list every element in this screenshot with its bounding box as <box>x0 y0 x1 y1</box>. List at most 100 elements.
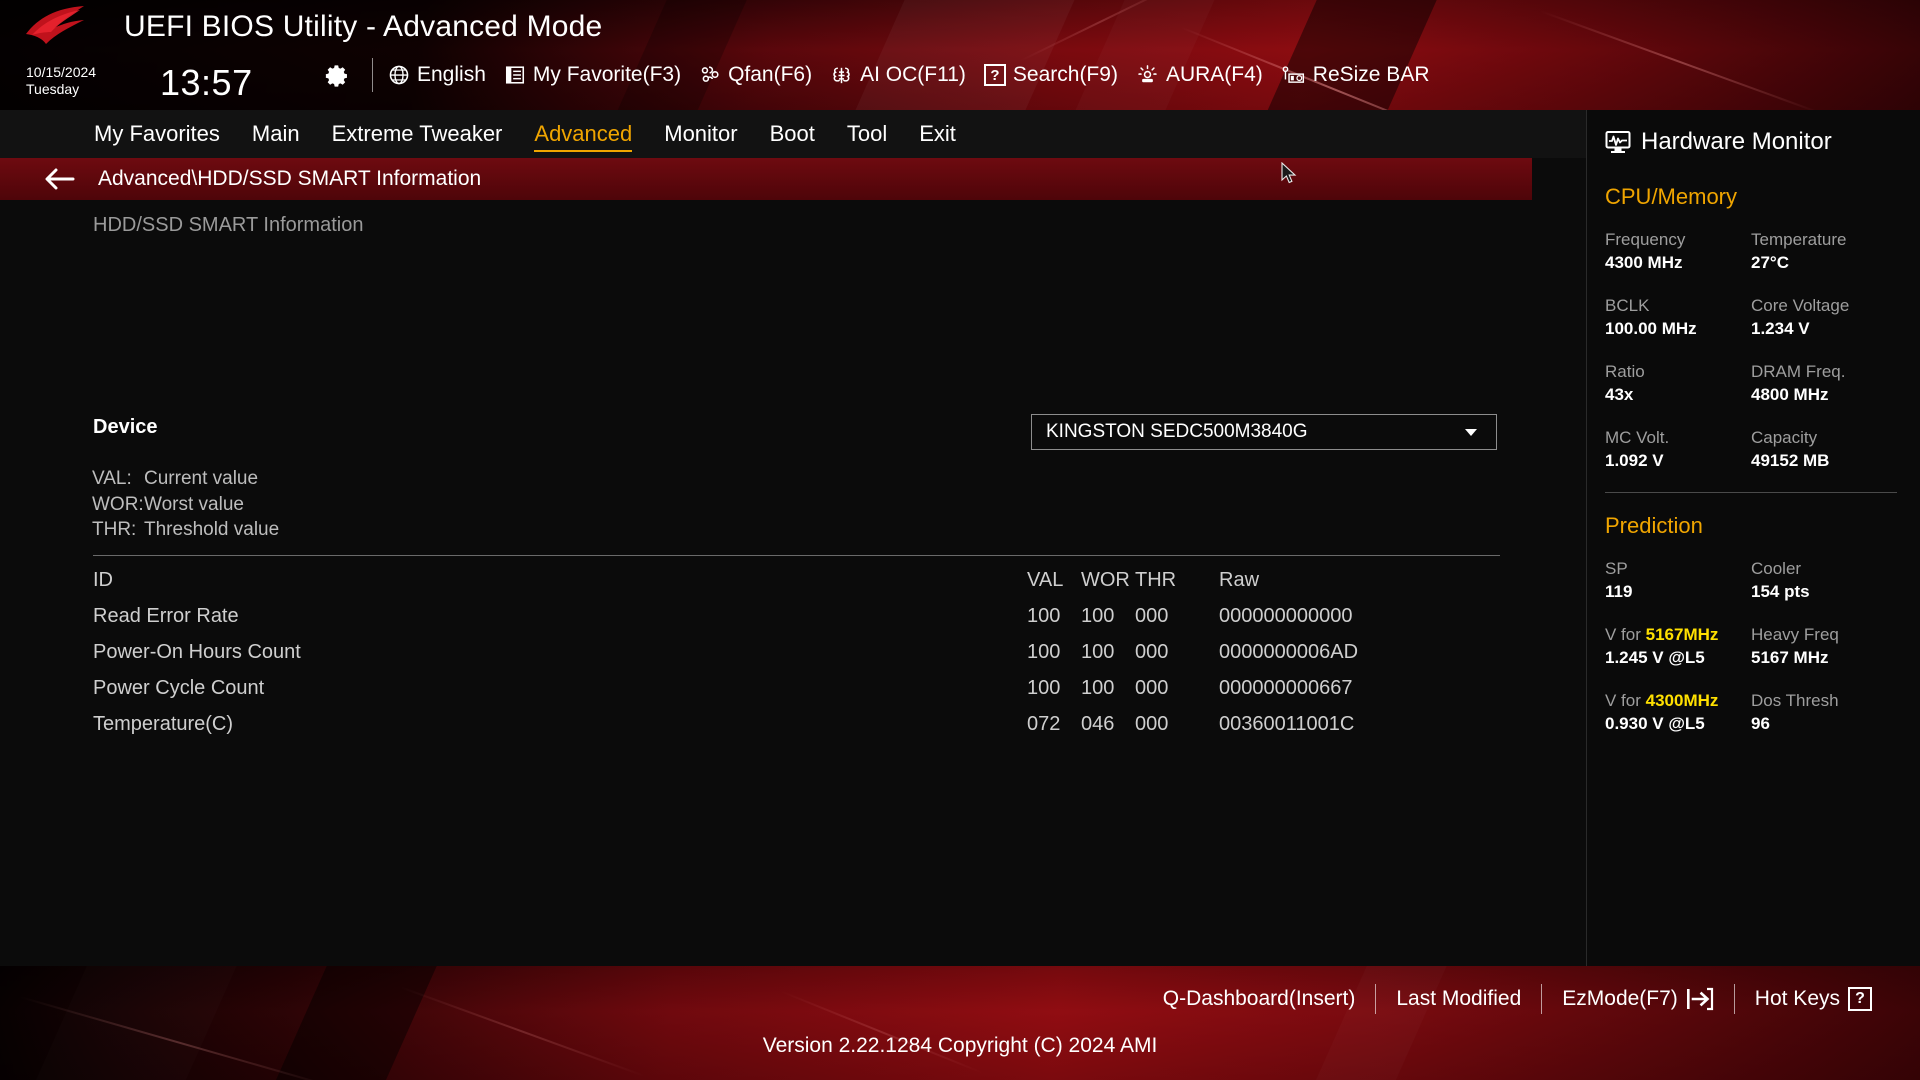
legend-text: Threshold value <box>144 519 280 541</box>
nav-item-exit[interactable]: Exit <box>903 111 972 157</box>
footer-link-hot-keys[interactable]: Hot Keys ? <box>1735 987 1892 1011</box>
stat-key: MC Volt. <box>1605 428 1670 447</box>
sidebar-stat: Frequency 4300 MHz <box>1605 228 1751 275</box>
resize-bar-icon <box>1282 66 1304 83</box>
weekday-value: Tuesday <box>26 81 80 97</box>
date-value: 10/15/2024 <box>26 64 97 80</box>
stat-key: Cooler <box>1751 559 1802 578</box>
nav-item-boot[interactable]: Boot <box>754 111 831 157</box>
stat-value: 119 <box>1605 582 1633 601</box>
nav-item-main[interactable]: Main <box>236 111 316 157</box>
header-decor <box>1071 0 1219 110</box>
breadcrumb-text: Advanced\HDD/SSD SMART Information <box>98 167 482 190</box>
sidebar-stat: Core Voltage 1.234 V <box>1751 294 1897 341</box>
chevron-down-icon <box>1465 428 1477 436</box>
footer-link-ezmode[interactable]: EzMode(F7) <box>1542 987 1734 1011</box>
back-arrow-icon <box>45 168 75 190</box>
footer-decor <box>779 990 985 1075</box>
toolbar-item-english[interactable]: English <box>388 63 486 87</box>
header-decor <box>1258 0 1442 110</box>
hardware-monitor-title-text: Hardware Monitor <box>1641 128 1832 155</box>
clock-display: 13:57 <box>160 62 253 103</box>
stat-value: 1.092 V <box>1605 451 1664 470</box>
cell-thr: 000 <box>1135 604 1169 627</box>
sidebar-pair: V for 5167MHz 1.245 V @L5 Heavy Freq 516… <box>1605 623 1897 670</box>
main-content-panel: Advanced\HDD/SSD SMART Information HDD/S… <box>0 158 1586 1031</box>
sidebar-pair: BCLK 100.00 MHz Core Voltage 1.234 V <box>1605 294 1897 341</box>
stat-key-highlight: 5167MHz <box>1645 625 1719 644</box>
stat-value: 43x <box>1605 385 1634 404</box>
stat-key: DRAM Freq. <box>1751 362 1846 381</box>
favorites-list-icon <box>505 66 524 84</box>
cell-wor: 100 <box>1081 604 1115 627</box>
sidebar-stat: Dos Thresh 96 <box>1751 689 1897 736</box>
footer-link-label: EzMode(F7) <box>1562 987 1678 1010</box>
stat-key: Temperature <box>1751 230 1847 249</box>
device-select[interactable]: KINGSTON SEDC500M3840G <box>1031 414 1497 450</box>
cell-raw: 00360011001C <box>1219 712 1355 735</box>
legend-key: VAL: <box>92 468 132 489</box>
column-header-raw: Raw <box>1219 568 1260 591</box>
sidebar-section-cpu-memory: CPU/Memory <box>1605 184 1738 209</box>
footer-link-last-modified[interactable]: Last Modified <box>1376 987 1541 1011</box>
cell-thr: 000 <box>1135 712 1169 735</box>
nav-item-my-favorites[interactable]: My Favorites <box>78 111 236 157</box>
nav-item-tool[interactable]: Tool <box>831 111 903 157</box>
toolbar-item-ai-oc[interactable]: AI OC(F11) <box>830 63 966 87</box>
legend-block: VAL: Current value WOR: Worst value THR:… <box>92 466 279 543</box>
toolbar-item-search[interactable]: ? Search(F9) <box>983 63 1118 87</box>
cell-wor: 100 <box>1081 676 1115 699</box>
stat-key: Heavy Freq <box>1751 625 1839 644</box>
legend-key: THR: <box>92 519 137 541</box>
sidebar-stat: MC Volt. 1.092 V <box>1605 426 1751 473</box>
stat-key: Core Voltage <box>1751 296 1850 315</box>
legend-row: WOR: Worst value <box>92 492 279 518</box>
aura-light-icon <box>1138 64 1157 82</box>
main-navigation: My Favorites Main Extreme Tweaker Advanc… <box>0 110 1586 158</box>
sidebar-grid-prediction: SP 119 Cooler 154 pts V for 5167MHz 1.24… <box>1605 557 1897 736</box>
monitor-waveform-icon <box>1605 131 1631 153</box>
question-box-icon: ? <box>1848 987 1872 1011</box>
column-header-wor: WOR <box>1081 568 1130 591</box>
stat-key-prefix: V for <box>1605 691 1646 710</box>
stat-key: Frequency <box>1605 230 1686 249</box>
cell-val: 100 <box>1027 640 1061 663</box>
sidebar-stat: SP 119 <box>1605 557 1751 604</box>
toolbar-label: Qfan(F6) <box>728 63 813 86</box>
toolbar-item-my-favorite[interactable]: My Favorite(F3) <box>504 63 681 87</box>
table-divider <box>93 555 1500 556</box>
toolbar-label: AI OC(F11) <box>860 63 966 86</box>
toolbar-item-qfan[interactable]: Qfan(F6) <box>699 63 812 87</box>
cell-raw: 000000000000 <box>1219 604 1353 627</box>
toolbar-label: My Favorite(F3) <box>532 63 682 86</box>
toolbar-label: AURA(F4) <box>1165 63 1263 86</box>
sidebar-stat: DRAM Freq. 4800 MHz <box>1751 360 1897 407</box>
header-bar: UEFI BIOS Utility - Advanced Mode 10/15/… <box>0 0 1920 110</box>
device-label-text: Device <box>93 416 158 438</box>
footer-decor <box>29 966 241 1080</box>
stat-value: 154 pts <box>1751 582 1810 601</box>
toolbar-label: ReSize BAR <box>1312 63 1430 86</box>
legend-row: THR: Threshold value <box>92 517 279 543</box>
toolbar-item-aura[interactable]: AURA(F4) <box>1136 63 1263 87</box>
stat-key: Dos Thresh <box>1751 691 1839 710</box>
footer-link-q-dashboard[interactable]: Q-Dashboard(Insert) <box>1143 987 1376 1011</box>
nav-item-extreme-tweaker[interactable]: Extreme Tweaker <box>316 111 519 157</box>
legend-text: Worst value <box>144 493 244 515</box>
nav-item-advanced[interactable]: Advanced <box>518 111 648 157</box>
globe-icon <box>389 65 409 85</box>
cell-raw: 0000000006AD <box>1219 640 1359 663</box>
sidebar-stat: V for 5167MHz 1.245 V @L5 <box>1605 623 1751 670</box>
cell-id: Power-On Hours Count <box>93 640 301 663</box>
bios-screen: UEFI BIOS Utility - Advanced Mode 10/15/… <box>0 0 1920 1080</box>
stat-key: V for 4300MHz <box>1605 689 1751 712</box>
header-decor <box>846 0 1084 110</box>
nav-item-monitor[interactable]: Monitor <box>648 111 753 157</box>
gear-icon[interactable] <box>323 62 351 90</box>
footer-bar: Q-Dashboard(Insert) Last Modified EzMode… <box>0 966 1920 1080</box>
toolbar-item-resize-bar[interactable]: ReSize BAR <box>1281 63 1430 87</box>
breadcrumb-back-bar[interactable]: Advanced\HDD/SSD SMART Information <box>0 158 1532 200</box>
cell-id: Power Cycle Count <box>93 676 265 699</box>
sidebar-stat: Temperature 27°C <box>1751 228 1897 275</box>
toolbar-label: Search(F9) <box>1012 63 1118 86</box>
